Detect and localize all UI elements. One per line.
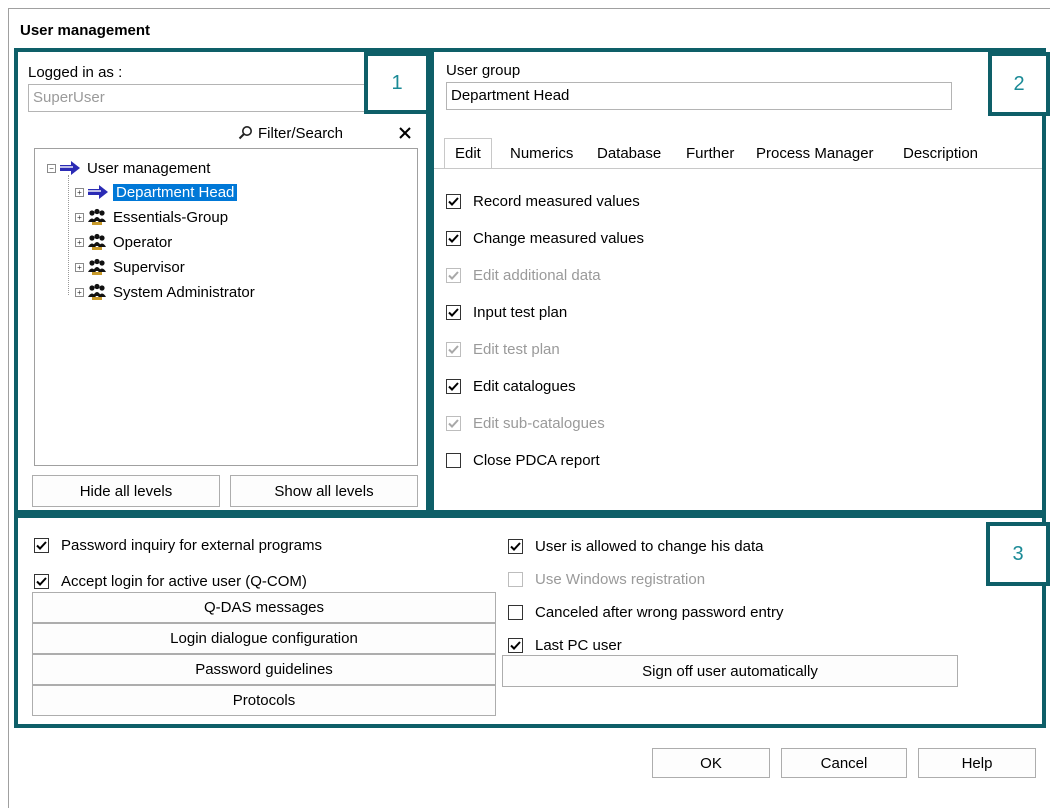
dialog-title: User management [20,22,151,39]
ok-button[interactable]: OK [652,748,770,778]
callout-number-1: 1 [364,52,430,114]
callout-number-2: 2 [988,52,1050,116]
callout-box-1 [14,48,430,514]
callout-number-3: 3 [986,522,1050,586]
callout-box-3 [14,514,1046,728]
help-button[interactable]: Help [918,748,1036,778]
callout-box-2 [430,48,1046,514]
cancel-button[interactable]: Cancel [781,748,907,778]
